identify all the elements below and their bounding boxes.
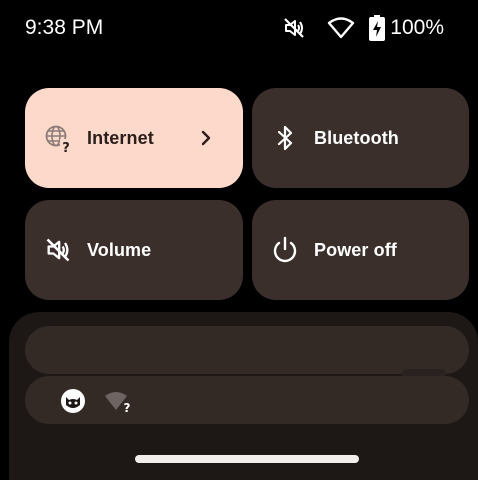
chevron-right-icon[interactable] [199,128,213,148]
cat-face-icon [60,388,86,414]
svg-text:?: ? [124,401,131,414]
volume-mute-icon [43,235,73,265]
svg-text:?: ? [62,141,70,153]
wifi-unknown-icon: ? [104,390,134,414]
tile-power-off[interactable]: Power off [252,200,469,300]
wifi-icon [327,16,355,40]
internet-globe-icon: ? [43,123,73,153]
tile-bluetooth[interactable]: Bluetooth [252,88,469,188]
tile-volume[interactable]: Volume [25,200,243,300]
quick-settings-screen: 9:38 PM 100% ? Internet Bluetooth Volume… [0,0,478,480]
tile-internet[interactable]: ? Internet [25,88,243,188]
tile-internet-label: Internet [87,128,154,148]
tile-power-off-label: Power off [314,240,397,260]
volume-mute-icon [282,16,306,40]
battery-charging-icon [369,15,386,41]
status-icons: 100% [282,14,444,42]
tile-bluetooth-label: Bluetooth [314,128,399,148]
bluetooth-icon [270,123,300,153]
battery-percentage: 100% [390,16,444,39]
navigation-handle[interactable] [135,455,359,463]
notification-icons-bar[interactable] [25,376,469,424]
tile-volume-label: Volume [87,240,152,260]
power-icon [270,235,300,265]
notification-bar[interactable] [25,326,469,374]
status-bar: 9:38 PM 100% [0,0,478,56]
status-time: 9:38 PM [25,16,104,39]
